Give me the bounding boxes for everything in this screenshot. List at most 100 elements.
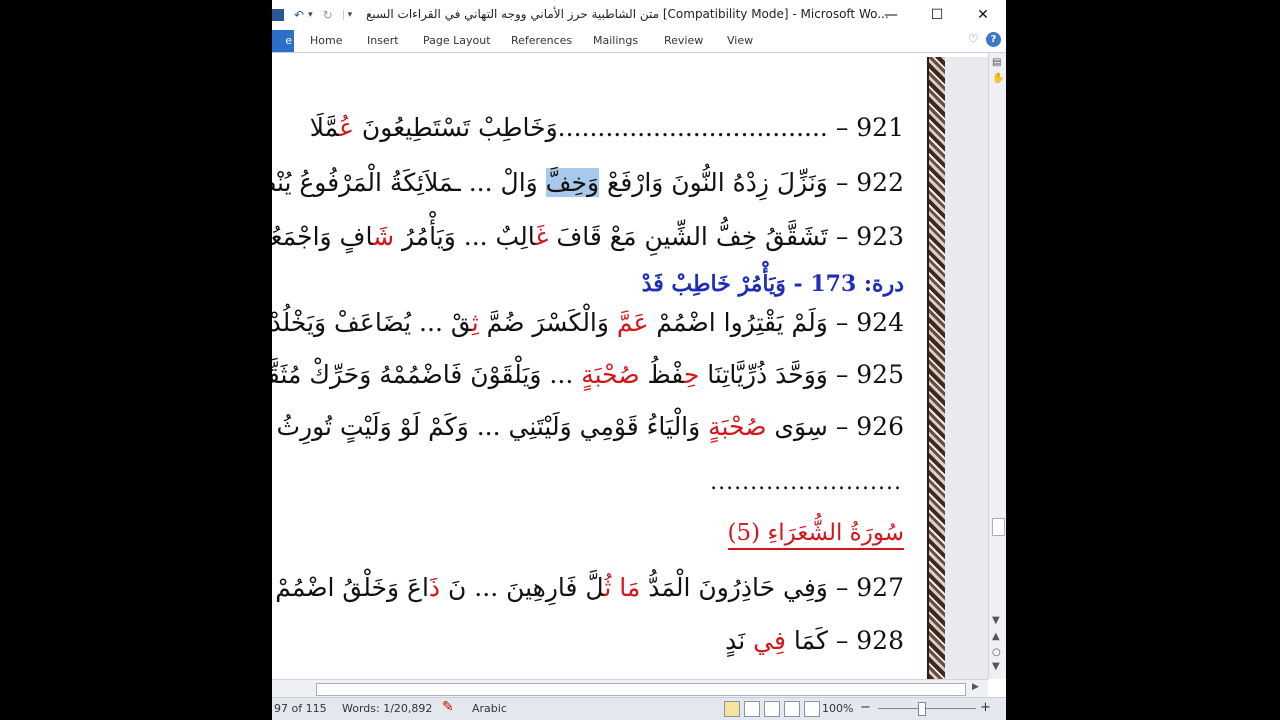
verse-line: 924 – وَلَمْ يَقْتِرُوا اضْمُمْ عَمَّ وَ… — [272, 308, 904, 337]
full-screen-reading-view-icon[interactable] — [744, 701, 760, 717]
verse-text: وَالْكَسْرَ ضُمَّ — [478, 308, 617, 337]
minimize-button[interactable]: — — [868, 0, 914, 30]
tab-home[interactable]: Home — [310, 34, 342, 47]
verse-text: وَخَاطِبْ تَسْتَطِيعُونَ — [353, 113, 558, 142]
verse-number: 921 – — [827, 113, 904, 142]
outline-view-icon[interactable] — [784, 701, 800, 717]
verse-text: وَالْ ... ـمَلاَئِكَةُ الْمَرْفُوعُ يُنْ… — [272, 168, 538, 197]
verse-line: 923 – تَشَقَّقُ خِفُّ الشِّينِ مَعْ قَاف… — [272, 222, 904, 251]
verse-line: 927 – وَفِي حَاذِرُونَ الْمَدُّ مَا ثُلَ… — [272, 573, 904, 602]
verse-text: افٍ وَاجْمَعُوا سُرُجاً وِلاَ — [272, 222, 374, 251]
zoom-slider-knob[interactable] — [918, 702, 926, 716]
tab-insert[interactable]: Insert — [367, 34, 399, 47]
zoom-in-button[interactable]: + — [980, 700, 991, 715]
verse-text: وَلَمْ يَقْتِرُوا اضْمُمْ — [648, 308, 828, 337]
verse-number: 923 – — [827, 222, 904, 251]
zoom-slider-track[interactable] — [878, 708, 976, 709]
verse-text: قْ ... يُضَاعَفْ وَيَخْلُدْ رَفْعُ جَزْم… — [272, 308, 472, 337]
verse-number: 926 – — [827, 412, 904, 441]
ellipsis-separator: ........................ — [710, 470, 902, 495]
select-browse-object-icon[interactable]: ○ — [992, 647, 1001, 658]
draft-view-icon[interactable] — [804, 701, 820, 717]
verse-reader-code: صُحْبَةٍ — [708, 412, 767, 441]
verse-text: سِوَى — [766, 412, 828, 441]
verse-reader-code: ثِ — [471, 308, 479, 337]
redo-button[interactable]: ↻ — [323, 8, 333, 22]
zoom-out-button[interactable]: − — [860, 700, 871, 715]
verse-text: وَنَزِّلَ زِدْهُ النُّونَ وَارْفَعْ — [599, 168, 828, 197]
verse-text: نَدٍ — [725, 626, 754, 655]
verse-reader-code: عُ — [339, 113, 354, 142]
verse-text: فْظُ — [639, 360, 684, 389]
horizontal-scroll-thumb[interactable] — [316, 683, 966, 696]
ruler-toggle-icon[interactable]: ▤ — [992, 57, 1001, 68]
close-button[interactable]: ✕ — [960, 0, 1006, 30]
zoom-level[interactable]: 100% — [822, 702, 853, 715]
tab-view[interactable]: View — [727, 34, 753, 47]
page-counter[interactable]: 97 of 115 — [274, 702, 327, 715]
word-window: ↶ ▾ ↻ ▾ متن الشاطبية حرز الأماني ووجه ال… — [272, 0, 1006, 720]
verse-reader-code: غَ — [535, 222, 549, 251]
verse-number: 928 – — [827, 626, 904, 655]
vertical-scrollbar[interactable]: ▤ ✋ ▼ ▲ ○ ▼ — [988, 53, 1006, 679]
quick-access-toolbar: ↶ ▾ ↻ ▾ — [272, 6, 352, 24]
title-bar: ↶ ▾ ↻ ▾ متن الشاطبية حرز الأماني ووجه ال… — [272, 0, 1006, 30]
verse-text: وَالْيَاءُ قَوْمِي وَلَيْتَنِي ... وَكَم… — [272, 412, 701, 441]
save-icon[interactable] — [272, 9, 284, 21]
web-layout-view-icon[interactable] — [764, 701, 780, 717]
page-border-decoration — [927, 57, 947, 679]
verse-reader-code: فِي — [753, 626, 786, 655]
scroll-down-arrow-icon[interactable]: ▼ — [992, 615, 1000, 626]
verse-reader-code: صُحْبَةٍ — [581, 360, 640, 389]
ribbon-tabs: e Home Insert Page Layout References Mai… — [272, 30, 1006, 53]
tab-page-layout[interactable]: Page Layout — [423, 34, 491, 47]
verse-text: تَشَقَّقُ خِفُّ الشِّينِ مَعْ قَافَ — [548, 222, 828, 251]
verse-text: وَفِي حَاذِرُونَ الْمَدُّ — [640, 573, 828, 602]
hand-icon[interactable]: ✋ — [992, 73, 1004, 84]
verse-reader-code: عَمَّ — [616, 308, 649, 337]
verse-line: 925 – وَوَحَّدَ ذُرِّيَّاتِنَا حِفْظُ صُ… — [272, 360, 904, 389]
verse-line: 928 – كَمَا فِي نَدٍ — [725, 626, 904, 655]
print-layout-view-icon[interactable] — [724, 701, 740, 717]
verse-line: 926 – سِوَى صُحْبَةٍ وَالْيَاءُ قَوْمِي … — [272, 412, 904, 441]
vertical-scroll-thumb[interactable] — [992, 518, 1005, 536]
status-bar: 97 of 115 Words: 1/20,892 ✎ Arabic 100% … — [272, 697, 1006, 720]
undo-button[interactable]: ↶ — [294, 8, 304, 22]
verse-number: 924 – — [827, 308, 904, 337]
collapse-ribbon-icon[interactable]: ♡ — [968, 32, 979, 46]
verse-dots: .................................. — [557, 113, 828, 142]
verse-text: مَّلَا — [309, 113, 340, 142]
language-indicator[interactable]: Arabic — [472, 702, 507, 715]
tab-references[interactable]: References — [511, 34, 572, 47]
previous-page-icon[interactable]: ▲ — [992, 631, 1000, 642]
verse-number: 922 – — [827, 168, 904, 197]
durra-heading: درة: 173 - وَيَأْمُرْ خَاطِبْ فَدْ — [641, 271, 904, 297]
scroll-right-arrow-icon[interactable]: ▶ — [972, 682, 979, 692]
next-page-icon[interactable]: ▼ — [992, 661, 1000, 672]
tab-file[interactable]: e — [272, 30, 294, 52]
verse-line: 921 – ..................................… — [310, 113, 904, 142]
window-title: متن الشاطبية حرز الأماني ووجه التهاني في… — [366, 7, 889, 21]
maximize-button[interactable]: ☐ — [914, 0, 960, 30]
verse-reader-code: حِ — [683, 360, 700, 389]
verse-text: اعَ وَخَلْقُ اضْمُمْ وَحَرِّكْ بِهِ — [272, 573, 429, 602]
undo-dropdown-icon[interactable]: ▾ — [308, 10, 313, 20]
horizontal-scrollbar[interactable]: ▶ — [272, 679, 988, 698]
word-count[interactable]: Words: 1/20,892 — [342, 702, 432, 715]
surah-title: سُورَةُ الشُّعَرَاءِ (5) — [727, 520, 904, 550]
tab-review[interactable]: Review — [664, 34, 703, 47]
verse-reader-code: مَا — [619, 573, 641, 602]
verse-text: وَوَحَّدَ ذُرِّيَّاتِنَا — [699, 360, 828, 389]
help-icon[interactable]: ? — [986, 32, 1001, 47]
verse-text: لَّ فَارِهِينَ ... نَ — [440, 573, 605, 602]
proofing-icon[interactable]: ✎ — [442, 699, 454, 715]
verse-text: كَمَا — [785, 626, 828, 655]
verse-number: 925 – — [827, 360, 904, 389]
customize-qat-icon[interactable]: ▾ — [342, 10, 352, 20]
tab-mailings[interactable]: Mailings — [593, 34, 638, 47]
verse-text: الِبٌ ... وَيَأْمُرُ — [394, 222, 536, 251]
verse-line: 922 – وَنَزِّلَ زِدْهُ النُّونَ وَارْفَع… — [272, 168, 904, 197]
verse-number: 927 – — [827, 573, 904, 602]
verse-reader-code: ذَ — [428, 573, 441, 602]
verse-reader-code: شَ — [373, 222, 395, 251]
